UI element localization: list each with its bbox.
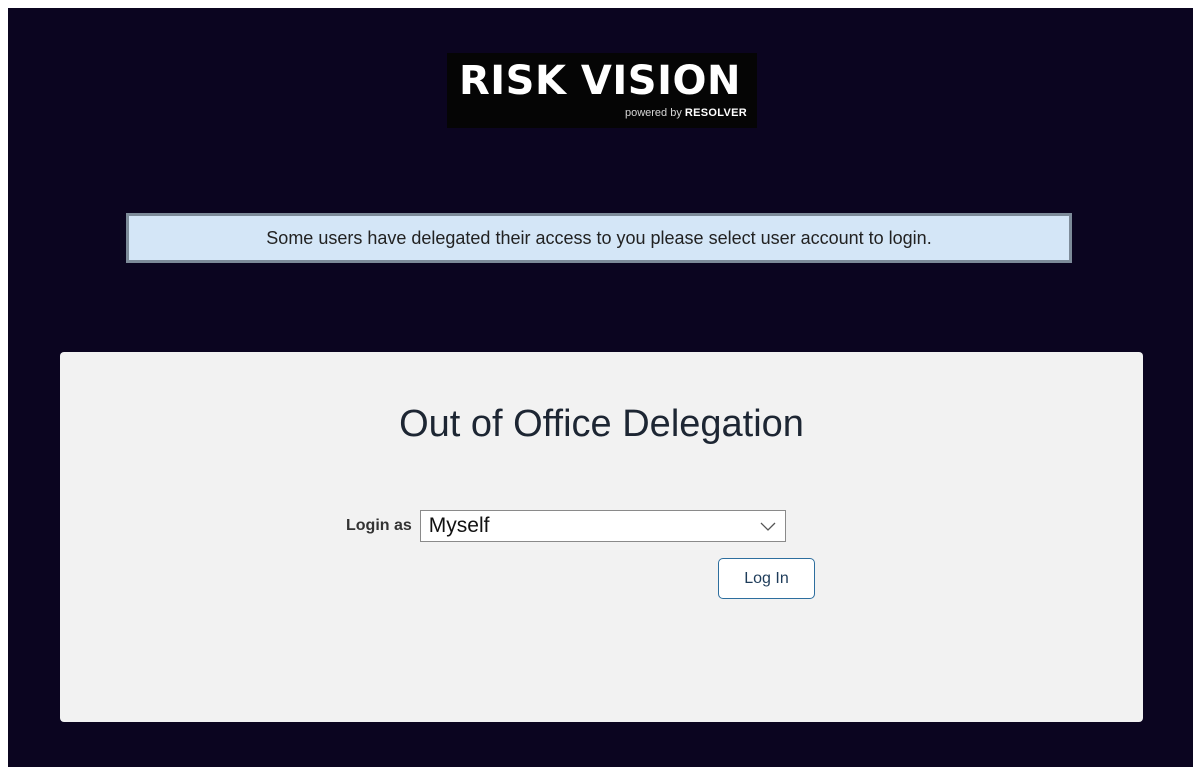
logo-powered-by-text: powered by: [624, 107, 682, 119]
chevron-down-icon: [760, 522, 776, 531]
risk-vision-logo: RISK VISION powered by RESOLVER: [447, 53, 757, 128]
logo-powered-by: powered by RESOLVER: [625, 107, 747, 119]
delegation-notice: Some users have delegated their access t…: [126, 213, 1072, 263]
delegation-panel: Out of Office Delegation Login as Myself…: [60, 352, 1143, 722]
page-background: RISK VISION powered by RESOLVER Some use…: [8, 8, 1193, 767]
login-as-row: Login as Myself: [346, 510, 786, 542]
panel-title: Out of Office Delegation: [399, 403, 804, 445]
login-as-label: Login as: [346, 517, 412, 534]
login-as-select[interactable]: Myself: [419, 510, 786, 542]
logo-brand: RESOLVER: [684, 107, 747, 119]
login-as-selected-value: Myself: [428, 514, 490, 537]
delegation-notice-text: Some users have delegated their access t…: [266, 227, 932, 248]
log-in-button[interactable]: Log In: [718, 558, 815, 599]
logo-title: RISK VISION: [459, 58, 741, 104]
